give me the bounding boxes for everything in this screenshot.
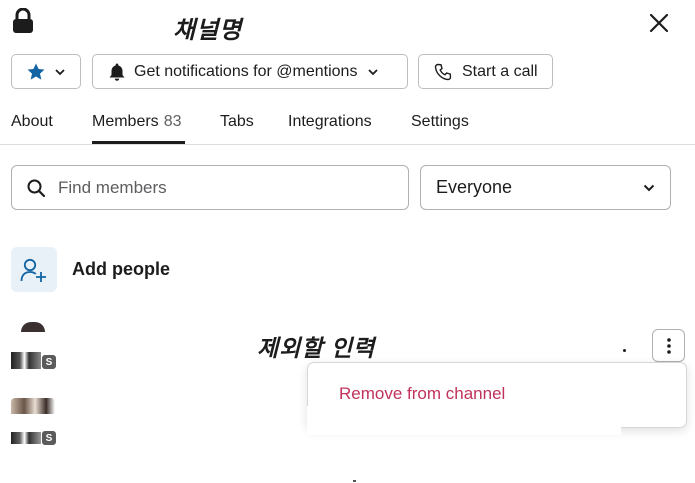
notifications-label: Get notifications for @mentions: [134, 62, 358, 80]
active-tab-indicator: [92, 141, 185, 144]
tab-label: Members: [92, 113, 159, 130]
tab-members[interactable]: Members 83: [92, 113, 181, 131]
member-count: 83: [163, 113, 182, 130]
star-icon: [27, 63, 45, 80]
add-people-button[interactable]: Add people: [72, 259, 170, 280]
tab-label: About: [11, 113, 53, 130]
status-badge: S: [41, 354, 57, 370]
search-icon: [27, 179, 46, 197]
remove-from-channel-menu-item[interactable]: Remove from channel: [339, 384, 505, 404]
avatar[interactable]: [11, 398, 55, 414]
member-more-options-button[interactable]: [652, 329, 685, 362]
dot: [353, 480, 356, 482]
filter-value: Everyone: [436, 177, 513, 197]
avatar: [11, 432, 41, 444]
chevron-down-icon: [55, 68, 65, 75]
redaction: [307, 406, 621, 435]
add-people-icon-button[interactable]: [11, 247, 57, 292]
chevron-down-icon: [643, 184, 655, 191]
status-badge: S: [41, 430, 57, 446]
phone-icon: [434, 63, 452, 80]
start-call-label: Start a call: [462, 62, 538, 80]
search-box[interactable]: [11, 165, 409, 210]
lock-icon: [13, 8, 33, 33]
avatar[interactable]: [21, 322, 45, 332]
notifications-button[interactable]: Get notifications for @mentions: [92, 54, 408, 89]
channel-title: 채널명: [173, 17, 243, 44]
annotation-label: 제외할 인력: [257, 335, 376, 361]
dot: [623, 349, 626, 352]
tab-tabs[interactable]: Tabs: [220, 113, 254, 131]
member-filter-select[interactable]: Everyone: [420, 165, 671, 210]
tab-label: Tabs: [220, 113, 254, 130]
chevron-down-icon: [368, 68, 379, 75]
tab-label: Integrations: [288, 113, 372, 130]
star-button[interactable]: [11, 54, 81, 89]
search-input[interactable]: [58, 177, 378, 198]
avatar: [11, 352, 41, 369]
start-call-button[interactable]: Start a call: [418, 54, 553, 89]
redaction: [40, 6, 170, 16]
vertical-ellipsis-icon: [666, 337, 671, 354]
close-icon[interactable]: [646, 10, 672, 36]
tab-settings[interactable]: Settings: [411, 113, 469, 131]
add-user-icon: [20, 258, 46, 282]
tab-about[interactable]: About: [11, 113, 53, 131]
bell-icon: [109, 63, 125, 81]
tab-label: Settings: [411, 113, 469, 130]
tabs-divider: [0, 144, 695, 145]
tab-integrations[interactable]: Integrations: [288, 113, 372, 131]
